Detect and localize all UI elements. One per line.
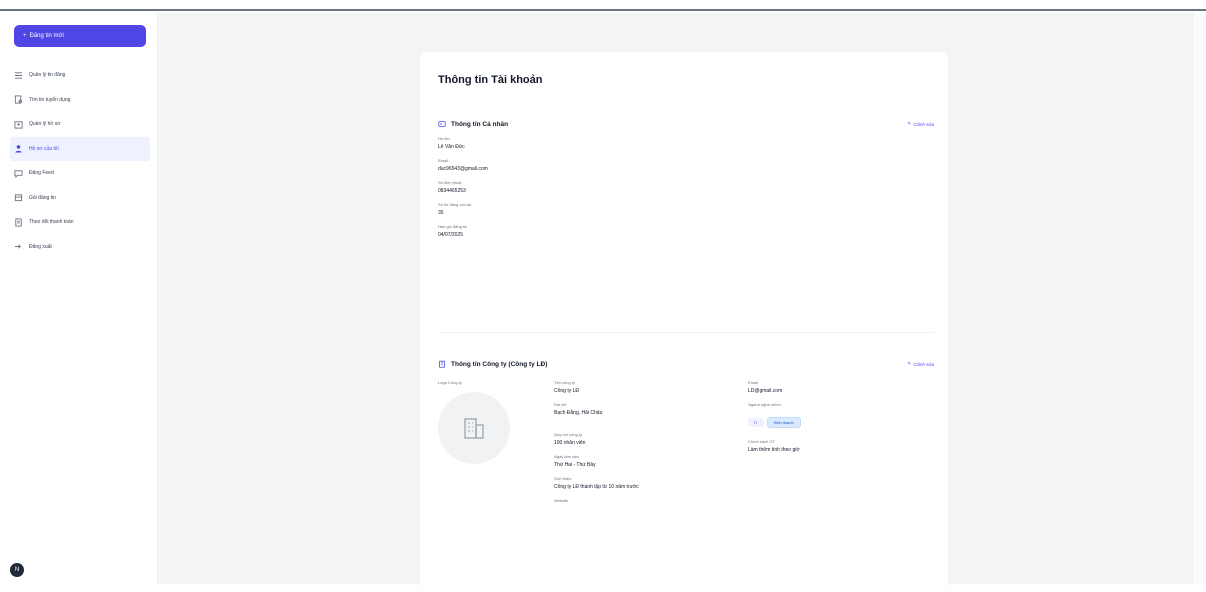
logo-label: Logo Công ty	[438, 380, 462, 385]
remaining-posts-value: 35	[438, 210, 444, 216]
sidebar-item-logout[interactable]: Đăng xuất	[10, 235, 150, 260]
edit-label: Chỉnh sửa	[913, 361, 934, 367]
company-email-value: LD@gmail.com	[748, 388, 783, 394]
phone-value: 0834465253	[438, 188, 466, 194]
pencil-icon: ✎	[907, 121, 912, 126]
help-label: N	[14, 567, 20, 573]
full-name-value: Lê Văn Đức	[438, 144, 465, 150]
sidebar-item-manage-posts[interactable]: Quản lý tin đăng	[10, 63, 150, 88]
sidebar-item-label: Tìm tin tuyển dụng	[29, 96, 71, 103]
email-value: duc96543@gmail.com	[438, 166, 488, 172]
scrollbar[interactable]	[1192, 13, 1206, 584]
user-icon	[15, 145, 22, 153]
working-days-value: Thứ Hai - Thứ Bảy	[554, 462, 596, 468]
sidebar-item-label: Đăng Feed	[29, 170, 54, 177]
pencil-icon: ✎	[907, 361, 912, 366]
sidebar-item-label: Gói đăng tin	[29, 194, 56, 201]
company-column-2: Email LD@gmail.com Ngành nghề chính IT Kin…	[748, 380, 928, 455]
sidebar-item-packages[interactable]: Gói đăng tin	[10, 186, 150, 211]
receipt-icon	[15, 218, 22, 227]
sidebar-item-payments[interactable]: Theo dõi thanh toán	[10, 210, 150, 235]
sidebar: + Đăng tin mới Quản lý tin đăng Tìm tin …	[0, 13, 158, 584]
search-doc-icon	[14, 95, 23, 104]
account-info-card: Thông tin Tài khoản Thông tin Cá nhân ✎ …	[420, 52, 948, 592]
sidebar-nav: Quản lý tin đăng Tìm tin tuyển dụng Quản…	[10, 63, 150, 259]
sidebar-item-label: Đăng xuất	[29, 243, 52, 250]
ot-policy-value: Làm thêm tính theo giờ	[748, 447, 800, 453]
sidebar-item-label: Hồ sơ của tôi	[29, 145, 59, 152]
company-name-value: Công ty LĐ	[554, 388, 580, 394]
create-post-label: Đăng tin mới	[29, 33, 64, 39]
user-card-icon	[438, 121, 446, 127]
top-bar	[0, 0, 1206, 11]
help-button[interactable]: N	[10, 563, 24, 577]
package-icon	[14, 194, 23, 202]
edit-personal-button[interactable]: ✎ Chỉnh sửa	[907, 121, 934, 127]
personal-info-title: Thông tin Cá nhân	[451, 120, 509, 128]
sidebar-item-label: Quản lý tin đăng	[29, 72, 66, 79]
plus-icon: +	[23, 33, 27, 39]
company-column-1: Tên công ty Công ty LĐ Địa chỉ Bạch Đằng, …	[554, 380, 724, 514]
industry-chip: IT	[748, 418, 764, 427]
website-value	[554, 504, 724, 514]
industry-chip: Kinh doanh	[766, 417, 801, 428]
industry-chips: IT Kinh doanh	[748, 411, 928, 429]
company-info-section: Thông tin Công ty (Công ty LĐ) ✎ Chỉnh s…	[438, 358, 934, 588]
introduction-value: Công ty LĐ thành lập từ 10 năm trước	[554, 484, 639, 490]
sidebar-item-my-profile[interactable]: Hồ sơ của tôi	[10, 136, 150, 161]
package-expiry-value: 04/07/2025	[438, 232, 464, 238]
company-logo[interactable]	[438, 392, 510, 464]
edit-label: Chỉnh sửa	[913, 121, 934, 127]
field-label: Ngành nghề chính	[748, 402, 781, 407]
list-icon	[14, 72, 23, 79]
building-placeholder-icon	[464, 418, 484, 439]
folder-user-icon	[14, 121, 23, 129]
company-size-value: 100 nhân viên	[554, 440, 586, 446]
sidebar-item-label: Theo dõi thanh toán	[29, 219, 74, 226]
logout-icon	[14, 244, 21, 249]
divider	[438, 332, 934, 333]
edit-company-button[interactable]: ✎ Chỉnh sửa	[907, 361, 934, 367]
sidebar-item-manage-profiles[interactable]: Quản lý hồ sơ	[10, 112, 150, 137]
page-title: Thông tin Tài khoản	[438, 74, 543, 86]
chat-icon	[14, 170, 23, 178]
create-post-button[interactable]: + Đăng tin mới	[14, 25, 146, 47]
building-icon	[439, 360, 445, 368]
sidebar-item-label: Quản lý hồ sơ	[29, 121, 61, 128]
sidebar-item-post-feed[interactable]: Đăng Feed	[10, 161, 150, 186]
company-logo-block: Logo Công ty	[438, 380, 538, 480]
personal-info-section: Thông tin Cá nhân ✎ Chỉnh sửa Họ tên Lê V…	[438, 118, 934, 240]
sidebar-item-find-jobs[interactable]: Tìm tin tuyển dụng	[10, 88, 150, 113]
company-info-title: Thông tin Công ty (Công ty LĐ)	[451, 360, 548, 368]
address-value: Bạch Đằng, Hải Châu	[554, 410, 603, 416]
